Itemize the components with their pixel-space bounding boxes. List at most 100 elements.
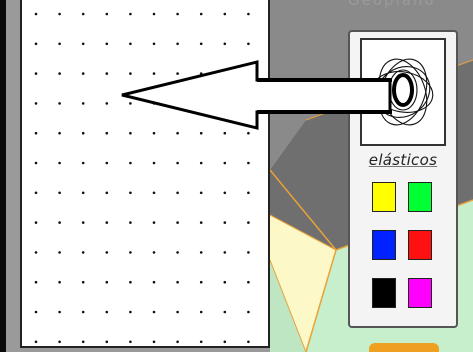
peg[interactable]: [199, 280, 203, 284]
peg[interactable]: [105, 221, 109, 224]
peg[interactable]: [152, 340, 156, 344]
peg[interactable]: [176, 131, 179, 135]
peg[interactable]: [152, 251, 156, 254]
peg[interactable]: [34, 102, 38, 105]
color-swatch-black[interactable]: [372, 278, 396, 308]
peg[interactable]: [223, 221, 227, 224]
peg[interactable]: [152, 131, 156, 135]
peg[interactable]: [81, 251, 85, 254]
peg[interactable]: [58, 191, 61, 195]
peg[interactable]: [105, 161, 109, 165]
peg[interactable]: [105, 251, 109, 254]
peg[interactable]: [81, 102, 85, 105]
peg[interactable]: [81, 72, 85, 75]
peg[interactable]: [223, 12, 227, 16]
peg[interactable]: [152, 221, 156, 224]
peg[interactable]: [58, 131, 61, 135]
peg[interactable]: [105, 12, 109, 16]
peg[interactable]: [105, 310, 109, 314]
peg[interactable]: [176, 72, 179, 75]
peg[interactable]: [81, 310, 85, 314]
peg[interactable]: [58, 161, 61, 165]
peg[interactable]: [105, 102, 109, 105]
peg[interactable]: [34, 310, 38, 314]
peg[interactable]: [247, 251, 250, 254]
peg[interactable]: [199, 102, 203, 105]
peg[interactable]: [199, 191, 203, 195]
peg[interactable]: [58, 72, 61, 75]
peg[interactable]: [34, 340, 38, 344]
peg[interactable]: [58, 280, 61, 284]
peg[interactable]: [247, 161, 250, 165]
peg[interactable]: [247, 12, 250, 16]
peg[interactable]: [81, 191, 85, 195]
peg[interactable]: [176, 310, 179, 314]
peg[interactable]: [129, 310, 132, 314]
peg[interactable]: [199, 42, 203, 46]
peg[interactable]: [81, 161, 85, 165]
peg[interactable]: [129, 340, 132, 344]
peg[interactable]: [176, 161, 179, 165]
peg[interactable]: [105, 340, 109, 344]
peg[interactable]: [129, 191, 132, 195]
peg[interactable]: [81, 340, 85, 344]
peg[interactable]: [81, 280, 85, 284]
color-swatch-yellow[interactable]: [372, 182, 396, 212]
peg[interactable]: [247, 340, 250, 344]
peg[interactable]: [176, 280, 179, 284]
peg[interactable]: [34, 42, 38, 46]
peg[interactable]: [223, 102, 227, 105]
peg[interactable]: [199, 131, 203, 135]
peg[interactable]: [34, 72, 38, 75]
peg[interactable]: [105, 191, 109, 195]
peg[interactable]: [176, 340, 179, 344]
peg[interactable]: [247, 280, 250, 284]
peg[interactable]: [176, 221, 179, 224]
color-swatch-blue[interactable]: [372, 230, 396, 260]
peg[interactable]: [58, 310, 61, 314]
peg[interactable]: [223, 191, 227, 195]
peg[interactable]: [199, 161, 203, 165]
elastic-tool-button[interactable]: [360, 38, 446, 146]
peg[interactable]: [129, 251, 132, 254]
peg[interactable]: [247, 42, 250, 46]
peg[interactable]: [199, 251, 203, 254]
peg[interactable]: [152, 72, 156, 75]
peg[interactable]: [176, 251, 179, 254]
peg[interactable]: [176, 12, 179, 16]
peg[interactable]: [129, 131, 132, 135]
peg[interactable]: [105, 72, 109, 75]
bottom-tab[interactable]: [369, 343, 439, 352]
peg[interactable]: [152, 102, 156, 105]
peg[interactable]: [223, 72, 227, 75]
peg[interactable]: [223, 310, 227, 314]
peg[interactable]: [247, 310, 250, 314]
peg[interactable]: [247, 221, 250, 224]
peg[interactable]: [129, 280, 132, 284]
peg[interactable]: [34, 191, 38, 195]
peg[interactable]: [34, 12, 38, 16]
peg[interactable]: [81, 42, 85, 46]
peg[interactable]: [129, 42, 132, 46]
peg[interactable]: [58, 102, 61, 105]
color-swatch-red[interactable]: [408, 230, 432, 260]
peg[interactable]: [176, 102, 179, 105]
peg[interactable]: [199, 72, 203, 75]
peg[interactable]: [105, 280, 109, 284]
peg[interactable]: [247, 131, 250, 135]
peg[interactable]: [247, 72, 250, 75]
peg[interactable]: [58, 340, 61, 344]
peg[interactable]: [223, 161, 227, 165]
peg[interactable]: [223, 280, 227, 284]
peg[interactable]: [199, 12, 203, 16]
peg[interactable]: [58, 251, 61, 254]
peg[interactable]: [129, 161, 132, 165]
color-swatch-magenta[interactable]: [408, 278, 432, 308]
peg[interactable]: [152, 310, 156, 314]
peg[interactable]: [152, 191, 156, 195]
color-swatch-green[interactable]: [408, 182, 432, 212]
peg[interactable]: [34, 221, 38, 224]
peg[interactable]: [81, 221, 85, 224]
peg[interactable]: [199, 340, 203, 344]
peg[interactable]: [152, 42, 156, 46]
